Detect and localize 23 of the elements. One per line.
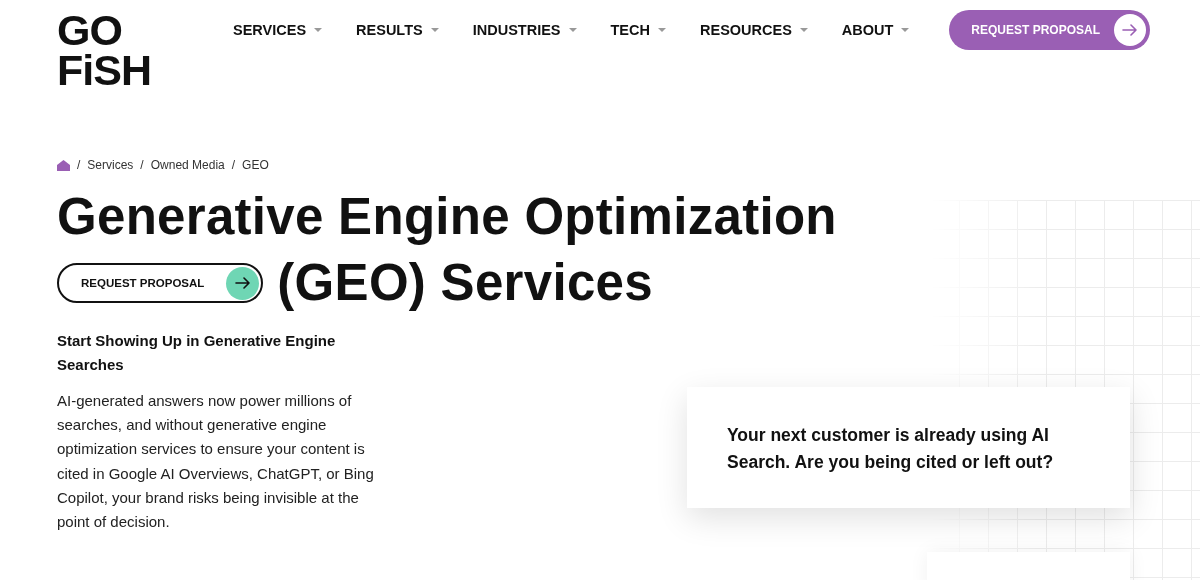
page-title: Generative Engine Optimization [57,188,837,245]
home-icon[interactable] [57,159,70,171]
breadcrumb-link[interactable]: Owned Media [150,158,225,172]
callout-text: Your next customer is already using AI Search. Are you being cited or left out? [727,425,1054,472]
body-text: AI-generated answers now power millions of searches, and without generative engine optimization services to ensure your content is cited in Google AI Overviews, ChatGPT, or Bing Copilot, your brand risks being invisible at the point of decision. [57,391,375,532]
subheading: Start Showing Up in Generative Engine Searches [57,331,337,375]
breadcrumb-link[interactable]: Services [87,158,134,172]
arrow-icon [1122,24,1138,36]
nav-item[interactable]: TECH [610,20,666,40]
nav-item[interactable]: INDUSTRIES [472,20,577,40]
nav-item[interactable]: SERVICES [233,20,323,40]
breadcrumb-separator: / [231,158,236,172]
logo[interactable]: GO FiSH [57,10,233,90]
breadcrumb-separator: / [140,158,144,172]
request-proposal-button[interactable]: REQUEST PROPOSAL [949,10,1150,50]
breadcrumb-link[interactable]: GEO [242,158,269,172]
nav-item[interactable]: RESOURCES [700,20,808,40]
request-proposal-button[interactable]: REQUEST PROPOSAL [57,263,264,303]
nav-item[interactable]: RESULTS [356,20,439,40]
arrow-icon [234,277,251,289]
nav-item[interactable]: ABOUT [841,20,910,40]
breadcrumb-separator: / [77,158,81,172]
page-title: (GEO) Services [277,254,653,311]
